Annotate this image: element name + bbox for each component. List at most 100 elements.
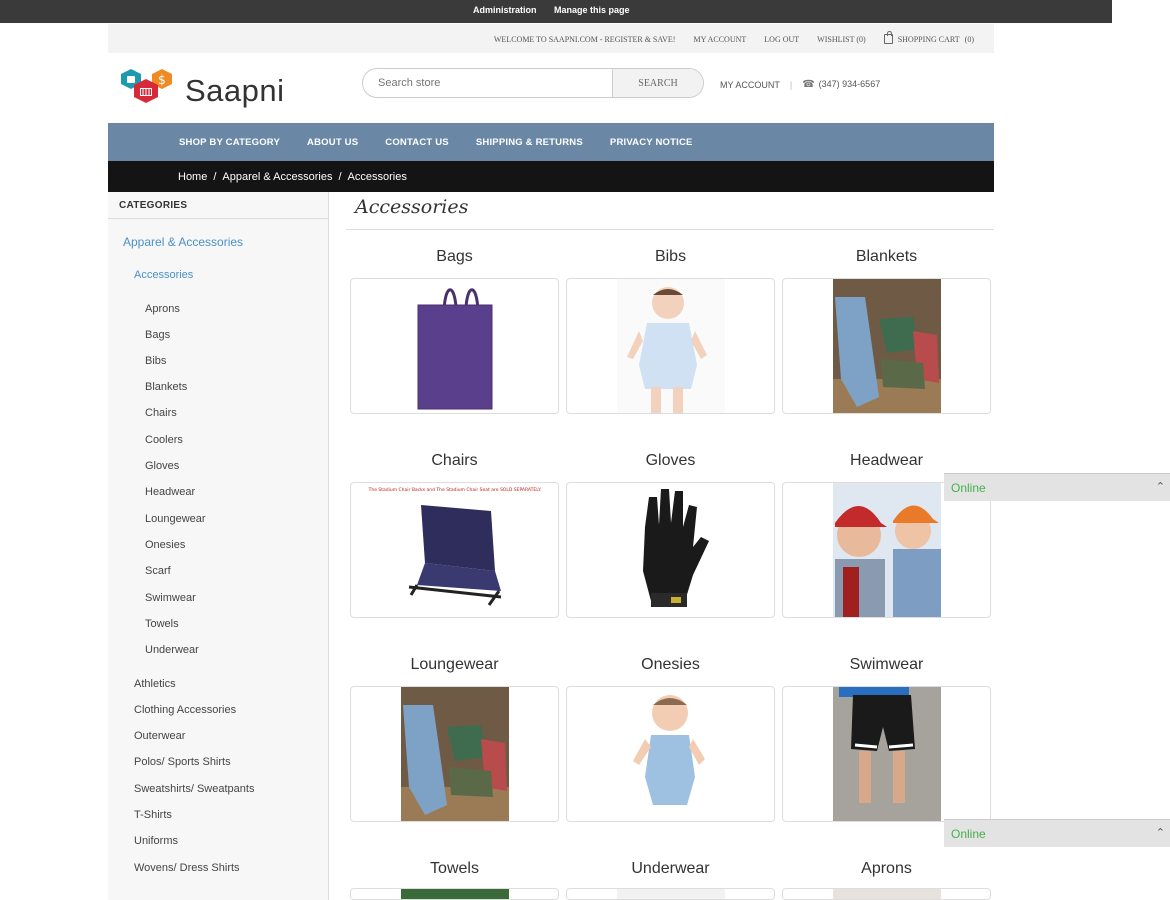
category-card-onesies[interactable] [566,686,775,822]
nav-shop-by-category[interactable]: SHOP BY CATEGORY [179,137,280,148]
sidebar-item-coolers[interactable]: Coolers [145,434,183,446]
nav-contact-us[interactable]: CONTACT US [385,137,449,148]
headwear-image [833,483,941,617]
blankets-image [833,279,941,413]
svg-text:$: $ [158,73,166,87]
manage-page-link[interactable]: Manage this page [554,5,630,15]
category-label-swimwear[interactable]: Swimwear [782,656,991,674]
sidebar-item-headwear[interactable]: Headwear [145,486,195,498]
breadcrumb: Home / Apparel & Accessories / Accessories [108,161,994,192]
search-box: SEARCH [362,68,704,98]
category-card-swimwear[interactable] [782,686,991,822]
logo-text: Saapni [185,73,285,108]
search-button[interactable]: SEARCH [612,69,703,97]
category-card-aprons[interactable] [782,888,991,900]
category-label-onesies[interactable]: Onesies [566,656,775,674]
category-label-bags[interactable]: Bags [350,248,559,266]
loungewear-image [401,687,509,821]
aprons-image [833,889,941,899]
category-label-loungewear[interactable]: Loungewear [350,656,559,674]
sidebar-item-uniforms[interactable]: Uniforms [134,835,178,847]
shopping-cart-link[interactable]: SHOPPING CART (0) [883,31,974,44]
phone-icon: ☎ [802,79,815,90]
online-status: Online [951,481,986,495]
onesie-baby-image [633,695,705,805]
sidebar-item-wovens[interactable]: Wovens/ Dress Shirts [134,862,240,874]
breadcrumb-apparel[interactable]: Apparel & Accessories [222,171,332,183]
category-card-headwear[interactable] [782,482,991,618]
search-input[interactable] [363,69,613,97]
chevron-up-icon-2[interactable]: ⌃ [1156,826,1165,839]
nav-about-us[interactable]: ABOUT US [307,137,358,148]
chevron-up-icon[interactable]: ⌃ [1156,480,1165,493]
sidebar-item-accessories[interactable]: Accessories [134,269,193,281]
category-card-gloves[interactable] [566,482,775,618]
admin-bar: Administration Manage this page [0,0,1112,23]
category-label-chairs[interactable]: Chairs [350,452,559,470]
site-logo[interactable]: $ Saapni [119,67,289,111]
top-my-account-link[interactable]: MY ACCOUNT [693,35,746,44]
category-card-blankets[interactable] [782,278,991,414]
swimwear-image [833,687,941,821]
sidebar-item-polos[interactable]: Polos/ Sports Shirts [134,756,231,768]
category-label-gloves[interactable]: Gloves [566,452,775,470]
welcome-link[interactable]: WELCOME TO SAAPNI.COM - REGISTER & SAVE! [494,35,676,44]
sidebar-item-aprons[interactable]: Aprons [145,303,180,315]
sidebar-item-t-shirts[interactable]: T-Shirts [134,809,172,821]
sidebar-item-towels[interactable]: Towels [145,618,179,630]
sidebar-item-clothing-accessories[interactable]: Clothing Accessories [134,704,236,716]
online-status-2: Online [951,827,986,841]
category-label-headwear[interactable]: Headwear [782,452,991,470]
sidebar-item-blankets[interactable]: Blankets [145,381,187,393]
category-card-chairs[interactable]: The Stadium Chair Backs and The Stadium … [350,482,559,618]
underwear-image [617,889,725,899]
online-chat-widget[interactable]: Online ⌃ [944,473,1170,501]
sidebar-item-loungewear[interactable]: Loungewear [145,513,206,525]
breadcrumb-separator: / [213,171,217,183]
chair-caption: The Stadium Chair Backs and The Stadium … [368,487,542,493]
sidebar-item-gloves[interactable]: Gloves [145,460,179,472]
nav-privacy-notice[interactable]: PRIVACY NOTICE [610,137,693,148]
sidebar-item-bags[interactable]: Bags [145,329,170,341]
category-label-blankets[interactable]: Blankets [782,248,991,266]
bib-baby-image [617,279,725,413]
sidebar-item-athletics[interactable]: Athletics [134,678,176,690]
logo-hexagons-icon: $ [121,69,172,103]
sidebar-item-chairs[interactable]: Chairs [145,407,177,419]
sidebar-item-underwear[interactable]: Underwear [145,644,199,656]
category-label-towels[interactable]: Towels [350,860,559,878]
category-label-underwear[interactable]: Underwear [566,860,775,878]
header-divider: | [789,79,793,90]
sidebar-item-sweatshirts[interactable]: Sweatshirts/ Sweatpants [134,783,254,795]
main-nav: SHOP BY CATEGORY ABOUT US CONTACT US SHI… [108,123,994,161]
shopping-bag-icon [883,31,893,44]
category-sidebar: CATEGORIES Apparel & Accessories Accesso… [108,192,329,900]
page-title: Accessories [355,196,469,218]
sidebar-item-swimwear[interactable]: Swimwear [145,592,196,604]
cart-count: (0) [964,34,974,44]
nav-shipping-returns[interactable]: SHIPPING & RETURNS [476,137,583,148]
category-card-bibs[interactable] [566,278,775,414]
online-chat-widget-2[interactable]: Online ⌃ [944,819,1170,847]
logout-link[interactable]: LOG OUT [764,35,799,44]
category-label-aprons[interactable]: Aprons [782,860,991,878]
header-my-account-link[interactable]: MY ACCOUNT [720,80,780,90]
wishlist-link[interactable]: WISHLIST (0) [817,35,866,44]
breadcrumb-home[interactable]: Home [178,171,207,183]
category-label-bibs[interactable]: Bibs [566,248,775,266]
breadcrumb-separator: / [338,171,342,183]
cart-label: SHOPPING CART [897,34,960,44]
sidebar-item-bibs[interactable]: Bibs [145,355,166,367]
sidebar-item-outerwear[interactable]: Outerwear [134,730,185,742]
administration-link[interactable]: Administration [473,5,537,15]
sidebar-item-scarf[interactable]: Scarf [145,565,171,577]
category-card-towels[interactable] [350,888,559,900]
category-card-underwear[interactable] [566,888,775,900]
category-card-bags[interactable] [350,278,559,414]
sidebar-item-apparel-accessories[interactable]: Apparel & Accessories [123,235,243,249]
phone-text: (347) 934-6567 [818,79,881,89]
sidebar-item-onesies[interactable]: Onesies [145,539,185,551]
towels-image [401,889,509,899]
category-card-loungewear[interactable] [350,686,559,822]
breadcrumb-current: Accessories [347,171,407,183]
